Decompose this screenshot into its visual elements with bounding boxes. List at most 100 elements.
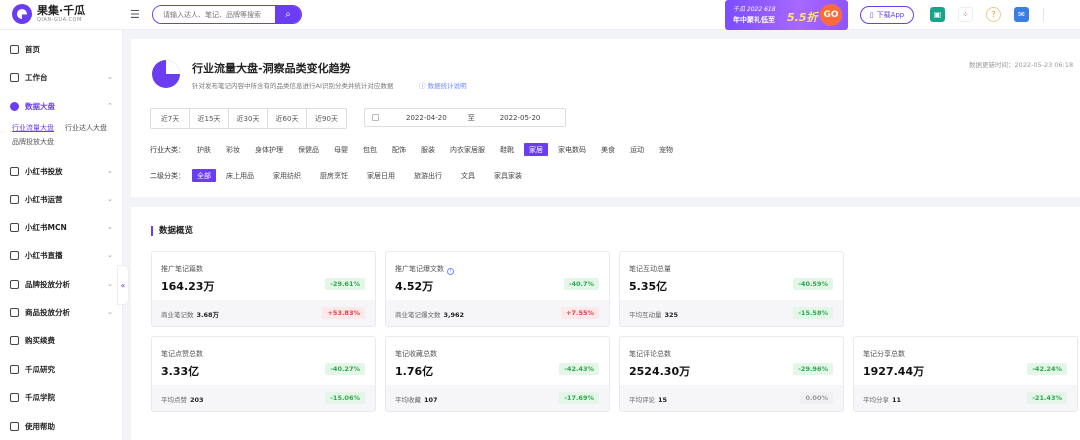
sub-nav-brand-ad[interactable]: 品牌投放大盘 — [12, 137, 54, 147]
subcategory-chip[interactable]: 厨房烹饪 — [315, 169, 353, 182]
nav-xhs-ops[interactable]: 小红书运营 ⌄ — [0, 189, 123, 209]
stat-explain-link[interactable]: ⓘ 数据统计说明 — [419, 80, 467, 90]
metric-sub-value: 325 — [664, 311, 679, 319]
category-chip[interactable]: 美食 — [596, 143, 620, 156]
metric-change-badge: -29.61% — [325, 278, 365, 290]
message-icon[interactable]: ✉ — [1014, 7, 1029, 22]
logo[interactable]: 果集·千瓜 QIAN-GUA.COM — [12, 4, 85, 24]
range-7d-button[interactable]: 近7天 — [151, 109, 190, 128]
subcategory-chip[interactable]: 旅游出行 — [409, 169, 447, 182]
nav-product-analysis[interactable]: 商品投放分析 ⌄ — [0, 302, 123, 322]
apps-icon[interactable]: ⁘ — [958, 7, 973, 22]
metric-sub-change-badge: +7.55% — [561, 307, 599, 319]
menu-toggle-icon[interactable]: ☰ — [130, 8, 140, 21]
nav-data-dashboard[interactable]: 数据大盘 ⌃ — [0, 96, 123, 116]
chevron-up-icon: ⌃ — [107, 102, 113, 110]
category-chip[interactable]: 母婴 — [329, 143, 353, 156]
metric-value: 1927.44万 — [863, 365, 925, 378]
date-range-picker[interactable]: 2022-04-20 至 2022-05-20 — [364, 108, 566, 127]
sub-nav-industry-traffic[interactable]: 行业流量大盘 — [12, 123, 54, 133]
metric-sub-value: 3.68万 — [196, 311, 220, 319]
range-60d-button[interactable]: 近60天 — [268, 109, 307, 128]
nav-xhs-live[interactable]: 小红书直播 ⌄ — [0, 245, 123, 265]
metric-card: 推广笔记篇数 164.23万 -29.61% 商业笔记数 3.68万 +53.83… — [151, 251, 376, 327]
nav-purchase[interactable]: 购买续费 — [0, 330, 123, 350]
category-chip[interactable]: 运动 — [625, 143, 649, 156]
nav-label: 工作台 — [25, 72, 48, 82]
metric-change-badge: -40.7% — [563, 278, 599, 290]
collapse-sidebar-icon[interactable]: « — [117, 265, 129, 305]
home-icon — [10, 44, 19, 54]
banner-go-button[interactable]: GO — [820, 4, 842, 26]
metric-value: 5.35亿 — [629, 280, 668, 293]
metric-card: 笔记收藏总数 1.76亿 -42.43% 平均收藏 107 -17.69% — [385, 336, 610, 412]
category-chip[interactable]: 内衣家居服 — [445, 143, 490, 156]
category-chip[interactable]: 身体护理 — [250, 143, 288, 156]
category-chip[interactable]: 家电数码 — [553, 143, 591, 156]
metric-card: 笔记评论总数 2524.30万 -29.96% 平均评论 15 0.00% — [619, 336, 844, 412]
category-chip[interactable]: 配饰 — [387, 143, 411, 156]
subcategory-chip-selected[interactable]: 全部 — [192, 169, 216, 182]
banner-line1: 千瓜 2022 618 — [733, 6, 776, 13]
nav-label: 小红书运营 — [25, 194, 63, 204]
logo-icon — [12, 4, 32, 24]
category-chip-selected[interactable]: 家居 — [524, 143, 548, 156]
nav-label: 小红书直播 — [25, 250, 63, 260]
metric-value: 2524.30万 — [629, 365, 691, 378]
subcategory-chip[interactable]: 床上用品 — [221, 169, 259, 182]
category-chip[interactable]: 彩妆 — [221, 143, 245, 156]
subcategory-chip[interactable]: 家用纺织 — [268, 169, 306, 182]
nav-xhs-ad[interactable]: 小红书投放 ⌄ — [0, 161, 123, 181]
metric-footer: 平均分享 11 -21.43% — [854, 385, 1077, 411]
subcategory-chip[interactable]: 家居日用 — [362, 169, 400, 182]
sub-nav-industry-kol[interactable]: 行业达人大盘 — [65, 123, 107, 133]
category-chip[interactable]: 服装 — [416, 143, 440, 156]
category-chip[interactable]: 宠物 — [654, 143, 678, 156]
pie-chart-icon — [10, 101, 19, 111]
nav-label: 首页 — [25, 44, 40, 54]
metric-label: 笔记点赞总数 — [161, 350, 203, 358]
metric-sub-value: 203 — [190, 396, 204, 404]
search-input[interactable] — [153, 6, 275, 23]
nav-academy[interactable]: 千瓜学院 — [0, 387, 123, 407]
metric-footer: 平均评论 15 0.00% — [620, 385, 843, 411]
live-icon — [10, 250, 19, 260]
nav-label: 商品投放分析 — [25, 307, 70, 317]
subcategory-chip[interactable]: 家具家装 — [489, 169, 527, 182]
phone-icon: ▯ — [869, 11, 874, 19]
search-button[interactable]: ⌕ — [275, 6, 301, 23]
metric-sub-label: 平均互动量 — [629, 311, 662, 319]
download-app-button[interactable]: ▯ 下载App — [860, 6, 914, 24]
gift-icon[interactable]: ▣ — [930, 7, 945, 22]
info-icon[interactable]: i — [447, 268, 454, 275]
nav-research[interactable]: 千瓜研究 — [0, 359, 123, 379]
nav-help[interactable]: 使用帮助 — [0, 416, 123, 436]
range-15d-button[interactable]: 近15天 — [190, 109, 229, 128]
category-chip[interactable]: 护肤 — [192, 143, 216, 156]
nav-xhs-mcn[interactable]: 小红书MCN ⌄ — [0, 217, 123, 237]
range-30d-button[interactable]: 近30天 — [229, 109, 268, 128]
category-chip[interactable]: 保健品 — [293, 143, 324, 156]
subcategory-chip[interactable]: 文具 — [456, 169, 480, 182]
search-icon: ⌕ — [285, 9, 291, 20]
metric-sub-change-badge: -21.43% — [1027, 392, 1067, 404]
nav-workbench[interactable]: 工作台 ⌄ — [0, 67, 123, 87]
category-chip[interactable]: 鞋靴 — [495, 143, 519, 156]
metric-footer: 平均收藏 107 -17.69% — [386, 385, 609, 411]
nav-label: 使用帮助 — [25, 421, 55, 431]
date-start: 2022-04-20 — [406, 113, 447, 122]
metric-sub-label: 商业笔记数 — [161, 311, 194, 319]
category-chip[interactable]: 包包 — [358, 143, 382, 156]
metric-sub-label: 平均点赞 — [161, 396, 187, 404]
nav-brand-analysis[interactable]: 品牌投放分析 ⌄ — [0, 274, 123, 294]
nav-home[interactable]: 首页 — [0, 39, 123, 59]
brand-name: 果集·千瓜 — [37, 4, 86, 17]
help-icon[interactable]: ? — [986, 7, 1001, 22]
sidebar: 首页 工作台 ⌄ 数据大盘 ⌃ 行业流量大盘 行业达人大盘 品牌投放大盘 小红书投放… — [0, 30, 123, 440]
subcategory-filter: 二级分类： 全部 床上用品 家用纺织 厨房烹饪 家居日用 旅游出行 文具 家具家… — [150, 169, 532, 182]
promo-banner[interactable]: 千瓜 2022 618 年中聚礼低至 5.5折 GO — [725, 0, 848, 30]
nav-label: 品牌投放分析 — [25, 279, 70, 289]
metric-label: 推广笔记爆文数 — [395, 265, 444, 273]
metric-footer: 商业笔记数 3.68万 +53.83% — [152, 300, 375, 326]
range-90d-button[interactable]: 近90天 — [307, 109, 346, 128]
